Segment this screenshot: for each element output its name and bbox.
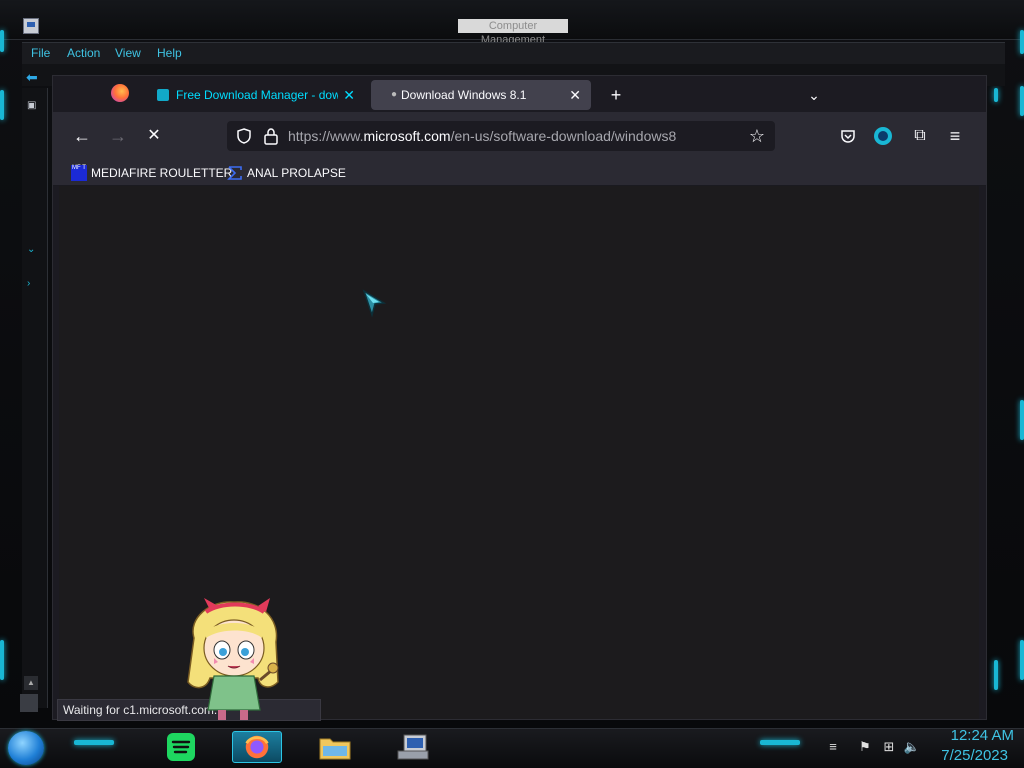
frame-neon-right-bottom xyxy=(1020,640,1024,680)
loading-dot-icon: ● xyxy=(391,89,398,100)
outer-window-title: Computer Management xyxy=(458,19,568,46)
outer-left-pane: ▣ ⌄ › xyxy=(22,88,48,708)
tab-label: Free Download Manager - dow xyxy=(176,88,338,102)
scroll-up-icon[interactable]: ▲ xyxy=(24,676,38,690)
left-pane-chevron-right-icon[interactable]: › xyxy=(27,278,41,289)
frame-neon-inner-right xyxy=(994,88,998,102)
taskbar-neon-right xyxy=(760,740,800,745)
computer-management-taskbar-icon xyxy=(397,734,429,760)
computer-management-icon xyxy=(23,18,39,34)
pocket-icon[interactable] xyxy=(836,124,860,148)
bookmarks-toolbar: MF T MEDIAFIRE ROULETTER ANAL PROLAPSE xyxy=(53,160,986,186)
back-button[interactable]: ← xyxy=(70,124,94,148)
address-bar[interactable]: https://www.microsoft.com/en-us/software… xyxy=(227,121,775,151)
navigation-toolbar: ← → ✕ https://www.microsoft.com/en-us/so… xyxy=(53,112,986,160)
url-path: /en-us/software-download/windows8 xyxy=(450,128,677,144)
network-icon[interactable]: ⊞ xyxy=(880,738,898,756)
url-prefix: https://www. xyxy=(288,128,364,144)
tab-download-windows[interactable]: ● Download Windows 8.1 ✕ xyxy=(371,80,591,110)
menu-icon[interactable]: ≡ xyxy=(943,124,967,148)
url-text[interactable]: https://www.microsoft.com/en-us/software… xyxy=(288,121,676,151)
account-icon[interactable] xyxy=(871,124,895,148)
new-tab-button[interactable]: + xyxy=(605,80,627,110)
frame-neon-right-mid xyxy=(1020,400,1024,440)
menu-help[interactable]: Help xyxy=(157,46,182,60)
outer-menubar: File Action View Help xyxy=(22,42,1005,64)
frame-neon-right-2 xyxy=(1020,86,1024,116)
bookmark-label: MEDIAFIRE ROULETTER xyxy=(91,166,233,180)
stop-button[interactable]: ✕ xyxy=(142,124,166,148)
spotify-icon xyxy=(167,733,195,761)
tab-close-icon[interactable]: ✕ xyxy=(343,80,355,110)
list-all-tabs-button[interactable]: ⌄ xyxy=(805,80,823,110)
extensions-icon[interactable]: ⧉ xyxy=(908,124,932,148)
shield-icon[interactable] xyxy=(235,127,253,145)
taskbar-firefox[interactable] xyxy=(232,731,282,763)
taskbar-neon-left xyxy=(74,740,114,745)
taskbar-file-explorer[interactable] xyxy=(310,731,360,763)
frame-neon-left-2 xyxy=(0,90,4,120)
show-hidden-icons-icon[interactable]: ≡ xyxy=(824,738,842,756)
mediafire-favicon-icon: MF T xyxy=(71,165,87,181)
frame-neon-left-bottom xyxy=(0,640,4,680)
file-explorer-icon xyxy=(319,738,351,760)
bookmark-mediafire-rouletter[interactable]: MF T MEDIAFIRE ROULETTER xyxy=(71,163,232,183)
left-pane-tree-icon: ▣ xyxy=(27,100,37,111)
scrollbar-thumb[interactable] xyxy=(20,694,38,712)
sigma-favicon-icon xyxy=(227,166,242,180)
outer-back-arrow-icon[interactable]: ⬅ xyxy=(26,70,42,84)
tab-strip: Free Download Manager - dow ✕ ● Download… xyxy=(53,76,986,112)
tab-close-icon[interactable]: ✕ xyxy=(569,80,581,110)
frame-neon-right-top xyxy=(1020,30,1024,54)
firefox-icon xyxy=(245,735,269,759)
menu-action[interactable]: Action xyxy=(67,46,100,60)
url-domain: microsoft.com xyxy=(363,128,451,144)
clock-date[interactable]: 7/25/2023 xyxy=(926,747,1008,764)
flag-icon[interactable]: ⚑ xyxy=(856,738,874,756)
forward-button[interactable]: → xyxy=(106,124,130,148)
frame-neon-left-top xyxy=(0,30,4,52)
tab-label: Download Windows 8.1 xyxy=(401,88,527,102)
clock-time[interactable]: 12:24 AM xyxy=(934,727,1014,744)
bookmark-star-icon[interactable]: ☆ xyxy=(747,126,767,146)
frame-neon-inner-right-bottom xyxy=(994,660,998,690)
firefox-view-icon[interactable] xyxy=(111,84,129,102)
menu-file[interactable]: File xyxy=(31,46,50,60)
left-pane-chevron-down-icon[interactable]: ⌄ xyxy=(27,244,41,255)
menu-view[interactable]: View xyxy=(115,46,141,60)
volume-icon[interactable]: 🔈 xyxy=(903,738,921,756)
lock-icon[interactable] xyxy=(263,127,279,145)
taskbar-spotify[interactable] xyxy=(156,731,206,763)
taskbar-computer-management[interactable] xyxy=(388,731,438,763)
fdm-favicon-icon xyxy=(157,89,169,101)
bookmark-anal-prolapse[interactable]: ANAL PROLAPSE xyxy=(227,163,346,183)
mouse-cursor-icon xyxy=(362,289,387,318)
start-orb-icon[interactable] xyxy=(8,731,44,765)
cartoon-mascot-icon xyxy=(187,598,279,720)
tab-free-download-manager[interactable]: Free Download Manager - dow ✕ xyxy=(149,80,363,110)
bookmark-label: ANAL PROLAPSE xyxy=(247,166,346,180)
